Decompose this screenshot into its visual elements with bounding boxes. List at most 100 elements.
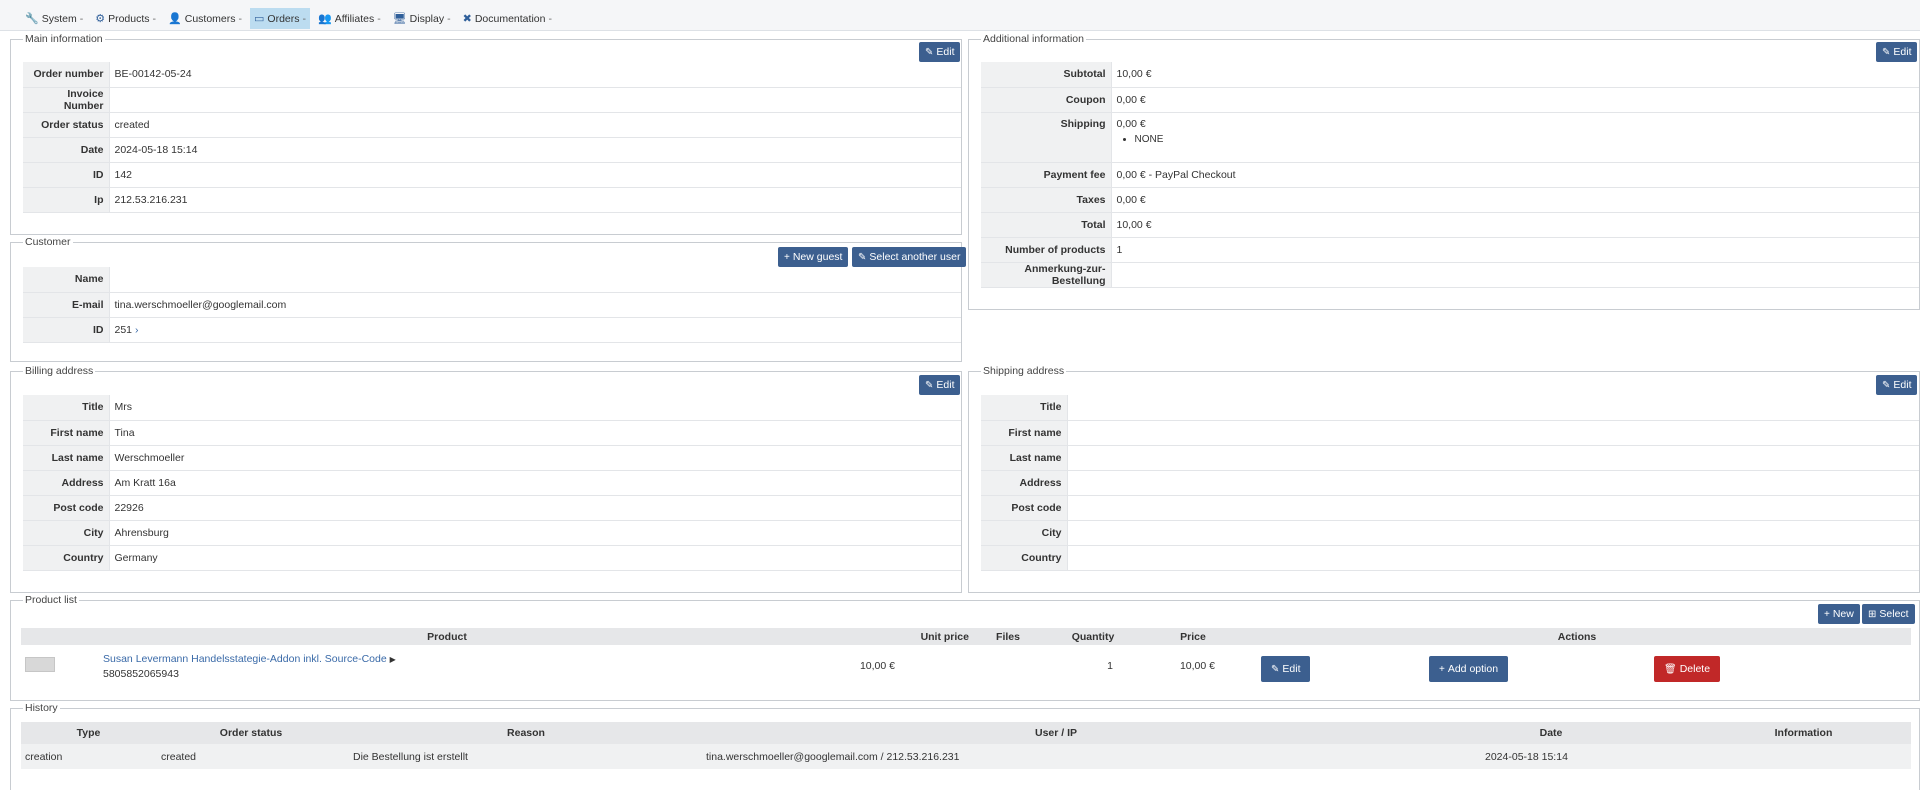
shipping-address-panel: Shipping address ✎ Edit Title First name La… (968, 365, 1920, 593)
panel-legend: Billing address (23, 365, 96, 378)
main-info-row-date: Date 2024-05-18 15:14 (23, 137, 961, 163)
users-icon: 👥 (318, 13, 332, 25)
nav-item-documentation[interactable]: ✖ Documentation - (459, 8, 556, 29)
customer-id: 251 (114, 323, 133, 336)
products-icon: ⚙ (95, 13, 106, 25)
add-option-button[interactable]: + Add option (1429, 656, 1509, 682)
customer-table: Name E-mail tina.werschmoeller@googlemail… (23, 267, 961, 343)
new-guest-button[interactable]: + New guest (778, 247, 849, 267)
nav-item-label: Affiliates (334, 12, 375, 25)
edit-main-info-button[interactable]: ✎ Edit (919, 42, 961, 62)
history-reason: Die Bestellung ist erstellt (346, 744, 706, 769)
main-info-table: Order number BE-00142-05-24 Invoice Number… (23, 62, 961, 213)
billing-row-last-name: Last name Werschmoeller (23, 445, 961, 471)
new-product-button[interactable]: + New (1818, 604, 1860, 624)
col-type: Type (21, 722, 156, 744)
col-date: Date (1406, 722, 1696, 744)
nav-item-label: Orders (267, 12, 300, 25)
history-user-ip: tina.werschmoeller@googlemail.com / 212.… (706, 744, 1406, 769)
additional-info-table: Subtotal 10,00 € Coupon 0,00 € Shipping 0,… (981, 62, 1919, 288)
history-table: Type Order status Reason User / IP Date … (21, 722, 1911, 769)
plus-square-icon: ⊞ (1868, 608, 1877, 620)
product-sku: 5805852065943 (103, 667, 179, 680)
taxes-row: Taxes 0,00 € (981, 187, 1919, 213)
price-cell: 10,00 € (1179, 660, 1215, 672)
customer-email-row: E-mail tina.werschmoeller@googlemail.com (23, 292, 961, 318)
shipping-method: NONE (1135, 134, 1915, 146)
billing-row-first-name: First name Tina (23, 420, 961, 446)
quantity-cell: 1 (1107, 660, 1113, 672)
chevron-right-icon[interactable]: › (135, 324, 139, 336)
nav-item-customers[interactable]: 👤 Customers - (164, 8, 246, 29)
billing-address-panel: Billing address ✎ Edit Title Mrs First name… (10, 365, 962, 593)
col-product: Product (121, 628, 773, 645)
shipping-cost: 0,00 € (1116, 117, 1146, 130)
product-table-header: Product Unit price Files Quantity Price … (21, 628, 1911, 645)
panel-legend: Main information (23, 33, 105, 46)
select-another-user-button[interactable]: ✎ Select another user (852, 247, 967, 267)
main-menu: 🔧 System - ⚙ Products - 👤 Customers - ▭ Orders - 👥 Af… (21, 8, 560, 29)
billing-row-country: Country Germany (23, 545, 961, 571)
nav-item-system[interactable]: 🔧 System - (21, 8, 87, 29)
wrench-icon: 🔧 (25, 13, 39, 25)
product-thumbnail[interactable] (25, 657, 55, 672)
shipping-address-table: Title First name Last name Address Post code… (981, 395, 1919, 571)
nav-item-display[interactable]: 🖥 Display - (389, 8, 455, 29)
caret-down-icon: - (79, 12, 84, 25)
main-info-row-ip: Ip 212.53.216.231 (23, 187, 961, 213)
product-table: Product Unit price Files Quantity Price … (21, 628, 1911, 687)
caret-down-icon: - (302, 12, 307, 25)
history-information (1696, 744, 1911, 769)
subtotal-row: Subtotal 10,00 € (981, 62, 1919, 88)
pencil-icon: ✎ (1882, 379, 1891, 391)
pencil-icon: ✎ (925, 379, 934, 391)
order-note-row: Anmerkung-zur-Bestellung (981, 262, 1919, 288)
nav-item-label: Customers (184, 12, 236, 25)
unit-price-cell: 10,00 € (859, 660, 895, 672)
col-unit-price: Unit price (773, 628, 973, 645)
select-product-button[interactable]: ⊞ Select (1862, 604, 1915, 624)
panel-legend: Customer (23, 236, 73, 249)
nav-item-orders[interactable]: ▭ Orders - (250, 8, 310, 29)
col-user-ip: User / IP (706, 722, 1406, 744)
nav-item-affiliates[interactable]: 👥 Affiliates - (314, 8, 385, 29)
main-information-panel: Main information ✎ Edit Order number BE-00… (10, 33, 962, 235)
delete-product-button[interactable]: 🗑 Delete (1654, 656, 1721, 682)
main-info-row-invoice-number: Invoice Number (23, 87, 961, 113)
edit-additional-info-button[interactable]: ✎ Edit (1876, 42, 1918, 62)
history-table-header: Type Order status Reason User / IP Date … (21, 722, 1911, 744)
nav-item-products[interactable]: ⚙ Products - (91, 8, 160, 29)
caret-down-icon: - (152, 12, 157, 25)
col-order-status: Order status (156, 722, 346, 744)
history-panel: History Type Order status Reason User / … (10, 702, 1920, 790)
panel-legend: History (23, 702, 60, 715)
col-reason: Reason (346, 722, 706, 744)
shipping-methods-list: NONE (1135, 134, 1915, 146)
caret-right-icon[interactable]: ▶ (390, 655, 396, 664)
shipping-row-post-code: Post code (981, 495, 1919, 521)
panel-legend: Product list (23, 594, 79, 607)
billing-row-address: Address Am Kratt 16a (23, 470, 961, 496)
customer-id-row: ID 251 › (23, 317, 961, 343)
top-navbar: 🔧 System - ⚙ Products - 👤 Customers - ▭ Orders - 👥 Af… (0, 0, 1920, 31)
nav-item-label: Display (409, 12, 445, 25)
edit-shipping-address-button[interactable]: ✎ Edit (1876, 375, 1918, 395)
main-info-row-order-status: Order status created (23, 112, 961, 138)
edit-product-button[interactable]: ✎ Edit (1261, 656, 1311, 682)
caret-down-icon: - (377, 12, 381, 25)
history-type: creation (21, 744, 156, 769)
additional-information-panel: Additional information ✎ Edit Subtotal 10,… (968, 33, 1920, 310)
edit-billing-address-button[interactable]: ✎ Edit (919, 375, 961, 395)
history-row: creation created Die Bestellung ist erst… (21, 744, 1911, 769)
shipping-row-city: City (981, 520, 1919, 546)
shipping-row-last-name: Last name (981, 445, 1919, 471)
total-row: Total 10,00 € (981, 212, 1919, 238)
product-name-link[interactable]: Susan Levermann Handelsstategie-Addon in… (103, 653, 387, 665)
product-list-panel: Product list + New ⊞ Select Product Unit p… (10, 594, 1920, 701)
trash-icon: 🗑 (1664, 663, 1677, 675)
history-date: 2024-05-18 15:14 (1406, 744, 1696, 769)
col-information: Information (1696, 722, 1911, 744)
customer-panel: Customer + New guest ✎ Select another user… (10, 236, 967, 362)
help-circle-icon: ✖ (462, 13, 472, 25)
plus-icon: + (1439, 663, 1445, 675)
